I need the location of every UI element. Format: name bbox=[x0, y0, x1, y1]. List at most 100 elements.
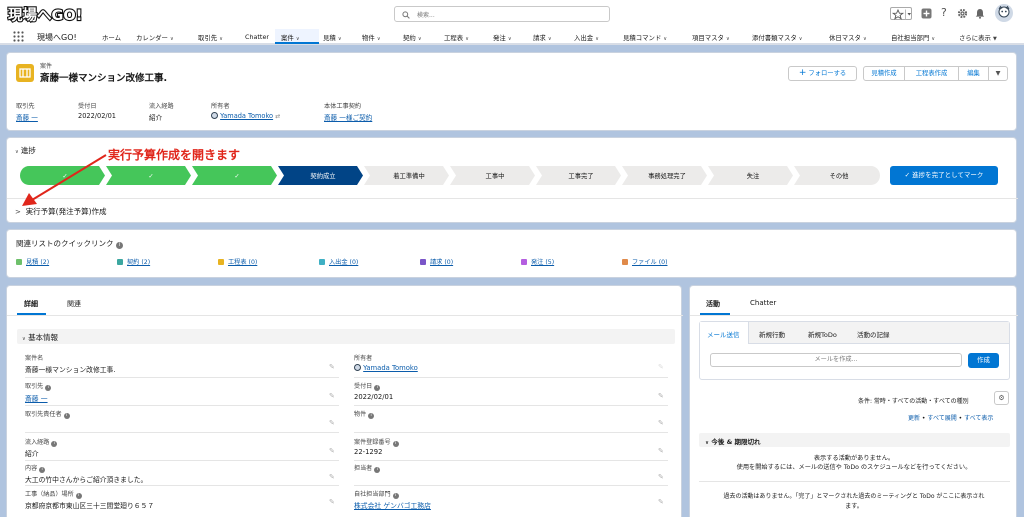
email-compose-input[interactable]: メールを作成... bbox=[710, 353, 962, 367]
create-schedule-button[interactable]: 工程表作成 bbox=[904, 66, 959, 81]
nav-item-accounts[interactable]: 取引先 ∨ bbox=[198, 33, 223, 42]
follow-button[interactable]: + フォローする bbox=[788, 66, 857, 81]
checkmark-icon: ✓ bbox=[904, 171, 911, 179]
quick-link-schedules[interactable]: 工程表 (0) bbox=[218, 257, 257, 266]
field-value-account[interactable]: 斎藤 一 bbox=[25, 393, 48, 403]
contracts-icon bbox=[117, 259, 123, 265]
upcoming-section-header[interactable]: ∨ 今後 & 期限切れ bbox=[699, 433, 1010, 447]
quick-link-invoices[interactable]: 請求 (0) bbox=[420, 257, 453, 266]
pencil-edit-icon[interactable]: ✎ bbox=[329, 419, 335, 427]
chevron-down-icon: ∨ bbox=[219, 36, 223, 42]
pencil-edit-icon[interactable]: ✎ bbox=[329, 473, 335, 481]
nav-item-quotes[interactable]: 見積 ∨ bbox=[323, 33, 342, 42]
quick-link-files[interactable]: ファイル (0) bbox=[622, 257, 667, 266]
tab-activity[interactable]: 活動 bbox=[706, 299, 720, 309]
anken-object-icon bbox=[16, 64, 34, 82]
chevron-down-icon: ∨ bbox=[705, 440, 710, 446]
payments-icon bbox=[319, 259, 325, 265]
field-divider bbox=[25, 377, 339, 378]
pencil-edit-icon[interactable]: ✎ bbox=[329, 498, 335, 506]
plus-icon: + bbox=[798, 68, 807, 78]
global-search-input[interactable]: 検索... bbox=[394, 6, 610, 22]
tab-chatter[interactable]: Chatter bbox=[750, 299, 776, 307]
pencil-edit-icon[interactable]: ✎ bbox=[329, 392, 335, 400]
nav-item-item-master[interactable]: 項目マスタ ∨ bbox=[692, 33, 730, 42]
more-actions-button[interactable]: ▼ bbox=[988, 66, 1008, 81]
past-activity-message: 過去の活動はありません。「完了」とマークされた過去のミーティングと ToDo が… bbox=[723, 493, 985, 500]
path-stage-label: 事務処理完了 bbox=[648, 171, 686, 180]
highlight-value-account[interactable]: 斎藤 一 bbox=[16, 112, 38, 122]
no-activity-message: 表示する活動がありません。 bbox=[813, 455, 895, 462]
pencil-edit-icon[interactable]: ✎ bbox=[329, 447, 335, 455]
nav-item-holiday-master[interactable]: 休日マスタ ∨ bbox=[829, 33, 867, 42]
pencil-edit-icon: ✎ bbox=[658, 363, 664, 371]
tab-divider bbox=[7, 315, 683, 316]
nav-item-attachment-master[interactable]: 添付書類マスタ ∨ bbox=[752, 33, 802, 42]
nav-item-schedule[interactable]: 工程表 ∨ bbox=[444, 33, 469, 42]
info-icon: i bbox=[392, 441, 399, 447]
help-icon[interactable]: ? bbox=[941, 6, 947, 19]
nav-item-anken[interactable]: 案件 ∨ bbox=[281, 33, 300, 42]
quick-link-quotes[interactable]: 見積 (2) bbox=[16, 257, 49, 266]
pencil-edit-icon[interactable]: ✎ bbox=[658, 498, 664, 506]
subtab-log-activity[interactable]: 活動の記録 bbox=[857, 329, 890, 339]
expand-all-link[interactable]: すべて展開 bbox=[927, 415, 956, 422]
notification-bell-icon[interactable] bbox=[975, 8, 985, 19]
nav-item-payments[interactable]: 入出金 ∨ bbox=[574, 33, 599, 42]
nav-item-chatter[interactable]: Chatter bbox=[245, 33, 269, 41]
nav-item-department[interactable]: 自社担当部門 ∨ bbox=[891, 33, 935, 42]
info-icon: i bbox=[63, 413, 70, 419]
mark-stage-complete-button[interactable]: ✓ 進捗を完了としてマーク bbox=[890, 166, 998, 185]
info-icon: i bbox=[392, 493, 399, 499]
path-stage-label: 失注 bbox=[747, 171, 760, 180]
highlight-label-contract: 本体工事契約 bbox=[324, 103, 362, 110]
pencil-edit-icon[interactable]: ✎ bbox=[658, 473, 664, 481]
refresh-link[interactable]: 更新 bbox=[908, 415, 920, 422]
quick-link-payments[interactable]: 入出金 (0) bbox=[319, 257, 358, 266]
subtab-new-event[interactable]: 新規行動 bbox=[759, 329, 785, 339]
chevron-down-icon: ∨ bbox=[595, 36, 599, 42]
nav-item-orders[interactable]: 発注 ∨ bbox=[493, 33, 512, 42]
pencil-edit-icon[interactable]: ✎ bbox=[658, 392, 664, 400]
app-launcher-icon[interactable] bbox=[13, 31, 24, 42]
highlight-value-contract[interactable]: 斎藤 一様ご契約 bbox=[324, 112, 372, 122]
related-quick-links: 関連リストのクイックリンク i 見積 (2) 契約 (2) 工程表 (0) 入出… bbox=[6, 229, 1017, 278]
nav-item-calendar[interactable]: カレンダー ∨ bbox=[136, 33, 174, 42]
filter-settings-gear-icon[interactable]: ⚙ bbox=[994, 391, 1009, 405]
chevron-down-icon: ∨ bbox=[295, 36, 300, 42]
field-divider bbox=[354, 377, 668, 378]
nav-item-invoices[interactable]: 請求 ∨ bbox=[533, 33, 552, 42]
highlight-value-owner[interactable]: Yamada Tomoko ⇄ bbox=[211, 112, 280, 120]
global-actions-icon[interactable] bbox=[921, 8, 932, 19]
nav-item-quote-commands[interactable]: 見積コマンド ∨ bbox=[623, 33, 667, 42]
app-logo[interactable]: 現場へGO! bbox=[7, 5, 85, 23]
nav-item-more[interactable]: さらに表示 ▼ bbox=[959, 33, 997, 42]
user-avatar[interactable] bbox=[995, 4, 1013, 22]
pencil-edit-icon[interactable]: ✎ bbox=[658, 419, 664, 427]
settings-gear-icon[interactable] bbox=[957, 8, 968, 19]
tab-related[interactable]: 関連 bbox=[67, 299, 81, 309]
create-quote-button[interactable]: 見積作成 bbox=[863, 66, 905, 81]
tab-details[interactable]: 詳細 bbox=[24, 299, 38, 309]
compose-button[interactable]: 作成 bbox=[968, 353, 999, 368]
nav-item-contracts[interactable]: 契約 ∨ bbox=[403, 33, 422, 42]
favorites-button[interactable] bbox=[890, 7, 912, 20]
edit-button[interactable]: 編集 bbox=[958, 66, 989, 81]
pencil-edit-icon[interactable]: ✎ bbox=[658, 447, 664, 455]
show-all-link[interactable]: すべて表示 bbox=[964, 415, 993, 422]
quick-link-orders[interactable]: 発注 (5) bbox=[521, 257, 554, 266]
nav-item-home[interactable]: ホーム bbox=[102, 33, 121, 42]
pencil-edit-icon[interactable]: ✎ bbox=[329, 363, 335, 371]
chevron-down-icon: ∨ bbox=[931, 36, 936, 42]
chevron-down-icon: ▼ bbox=[993, 36, 997, 42]
quick-link-contracts[interactable]: 契約 (2) bbox=[117, 257, 150, 266]
field-label-person-in-charge: 担当者 i bbox=[354, 463, 381, 473]
field-value-owner[interactable]: Yamada Tomoko bbox=[354, 364, 418, 372]
subtab-new-todo[interactable]: 新規ToDo bbox=[808, 329, 837, 339]
subtab-send-email[interactable]: メール送信 bbox=[707, 329, 740, 339]
field-value-department[interactable]: 株式会社 ゲンバゴ工務店 bbox=[354, 500, 431, 510]
nav-item-properties[interactable]: 物件 ∨ bbox=[362, 33, 381, 42]
field-value-anken-name: 斎藤一様マンション改修工事. bbox=[25, 366, 116, 374]
section-header-basic-info[interactable]: ∨ 基本情報 bbox=[17, 329, 675, 344]
annotation-text: 実行予算作成を開きます bbox=[108, 148, 241, 162]
